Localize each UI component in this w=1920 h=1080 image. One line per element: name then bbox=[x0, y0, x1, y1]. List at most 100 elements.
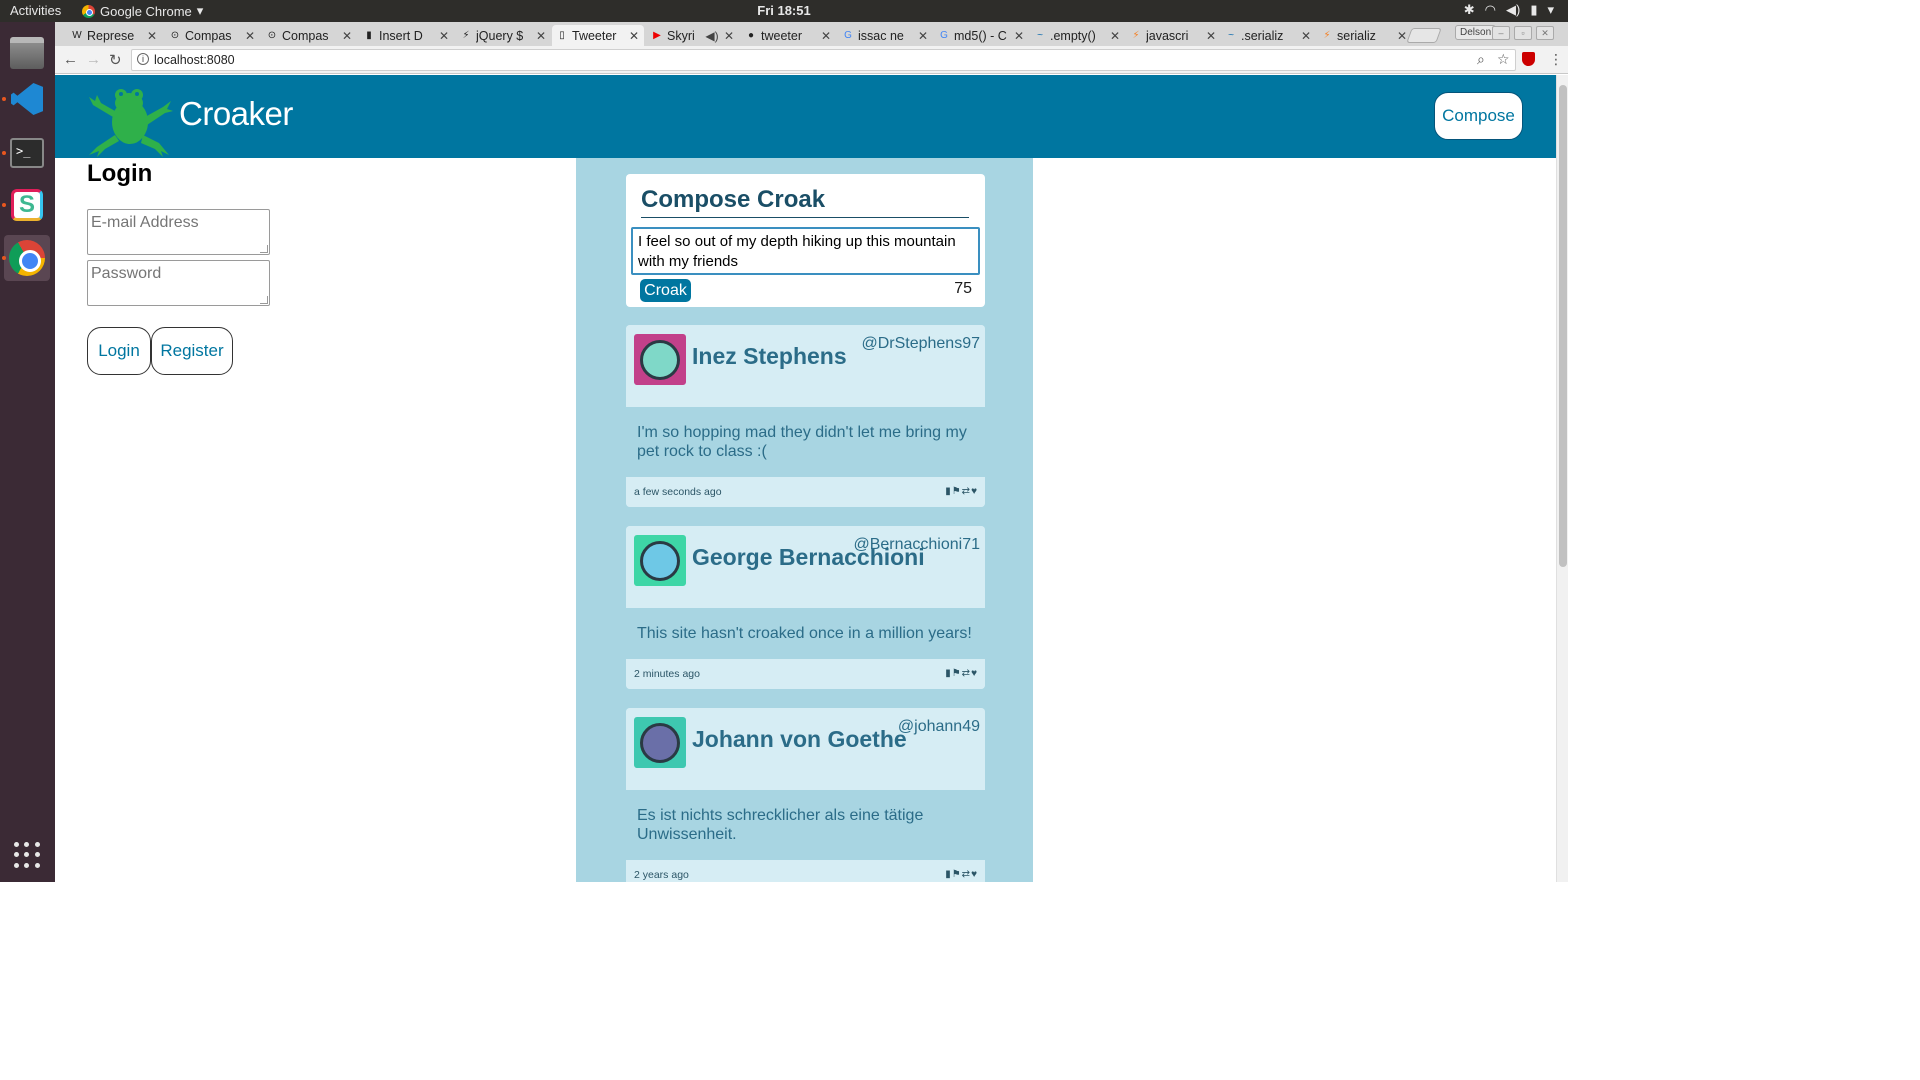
close-icon[interactable]: ✕ bbox=[1108, 29, 1122, 43]
browser-tab[interactable]: ⚡ javascri ✕ bbox=[1126, 25, 1221, 46]
heart-icon[interactable]: ♥ bbox=[971, 668, 977, 679]
browser-tab[interactable]: ⚡ jQuery $ ✕ bbox=[456, 25, 551, 46]
close-icon[interactable]: ✕ bbox=[819, 29, 833, 43]
reload-icon[interactable]: ↻ bbox=[109, 51, 122, 69]
profile-button[interactable]: Delson bbox=[1455, 25, 1497, 40]
retweet-icon[interactable]: ⇄ bbox=[962, 668, 970, 679]
volume-icon[interactable]: ◀) bbox=[1506, 2, 1520, 18]
close-icon[interactable]: ✕ bbox=[437, 29, 451, 43]
menu-kebab-icon[interactable]: ⋮ bbox=[1549, 51, 1563, 68]
trash-icon[interactable]: ▮ bbox=[945, 668, 951, 679]
dock-chrome[interactable] bbox=[4, 235, 50, 281]
dock-vscode[interactable] bbox=[4, 76, 50, 122]
login-panel: Login E-mail Address Password Login Regi… bbox=[87, 158, 270, 375]
dock-files[interactable] bbox=[4, 30, 50, 76]
browser-tab[interactable]: ⊙ Compas ✕ bbox=[262, 25, 357, 46]
flag-icon[interactable]: ⚑ bbox=[952, 486, 961, 497]
browser-tab[interactable]: Gissac ne ✕ bbox=[838, 25, 933, 46]
clock[interactable]: Fri 18:51 bbox=[0, 3, 1568, 18]
frog-logo-icon bbox=[89, 89, 173, 157]
browser-tab[interactable]: ~ .empty() ✕ bbox=[1030, 25, 1125, 46]
email-field[interactable]: E-mail Address bbox=[87, 209, 270, 255]
dock: >_ S bbox=[0, 22, 55, 882]
settings-icon[interactable]: ✱ bbox=[1464, 2, 1475, 18]
minimize-icon[interactable]: – bbox=[1492, 26, 1510, 40]
browser-tab[interactable]: ▶ Skyri ◀) ✕ bbox=[647, 25, 739, 46]
heart-icon[interactable]: ♥ bbox=[971, 869, 977, 880]
browser-tab[interactable]: ~ .serializ ✕ bbox=[1221, 25, 1316, 46]
close-icon[interactable]: ✕ bbox=[534, 29, 548, 43]
login-title: Login bbox=[87, 160, 153, 187]
close-icon[interactable]: ✕ bbox=[916, 29, 930, 43]
close-icon[interactable]: ✕ bbox=[1299, 29, 1313, 43]
chevron-down-icon[interactable]: ▾ bbox=[1547, 2, 1554, 18]
ublock-icon[interactable] bbox=[1522, 52, 1535, 66]
password-field[interactable]: Password bbox=[87, 260, 270, 306]
new-tab-button[interactable] bbox=[1406, 28, 1442, 43]
croak-button[interactable]: Croak bbox=[640, 279, 691, 302]
close-icon[interactable]: ✕ bbox=[1012, 29, 1026, 43]
browser-tab[interactable]: ⊙ Compas ✕ bbox=[165, 25, 260, 46]
dock-slack[interactable]: S bbox=[4, 182, 50, 228]
bookmark-star-icon[interactable]: ☆ bbox=[1497, 51, 1510, 68]
info-icon[interactable]: i bbox=[137, 53, 149, 65]
chrome-icon bbox=[9, 240, 45, 276]
speaker-icon[interactable]: ◀) bbox=[705, 29, 719, 43]
tweet-card: George Bernacchioni @Bernacchioni71 This… bbox=[626, 526, 985, 689]
close-icon[interactable]: ✕ bbox=[1536, 26, 1554, 40]
close-icon[interactable]: ✕ bbox=[340, 29, 354, 43]
maximize-icon[interactable]: ▫ bbox=[1514, 26, 1532, 40]
address-bar[interactable]: i localhost:8080 bbox=[131, 49, 1516, 71]
url-text: localhost:8080 bbox=[154, 53, 235, 67]
retweet-icon[interactable]: ⇄ bbox=[962, 869, 970, 880]
browser-tab[interactable]: ▮ Insert D ✕ bbox=[359, 25, 454, 46]
close-icon[interactable]: ✕ bbox=[145, 29, 159, 43]
wikipedia-icon: W bbox=[72, 30, 82, 41]
browser-tab[interactable]: ● tweeter ✕ bbox=[741, 25, 836, 46]
register-button[interactable]: Register bbox=[151, 327, 233, 375]
browser-tab[interactable]: ⚡ serializ ✕ bbox=[1317, 25, 1412, 46]
tweet-body: Es ist nichts schrecklicher als eine tät… bbox=[626, 790, 985, 860]
heart-icon[interactable]: ♥ bbox=[971, 486, 977, 497]
back-icon[interactable]: ← bbox=[63, 51, 78, 68]
show-applications-button[interactable] bbox=[4, 832, 50, 878]
trash-icon[interactable]: ▮ bbox=[945, 869, 951, 880]
avatar-face-icon bbox=[640, 540, 680, 581]
zoom-icon[interactable]: ⌕ bbox=[1477, 51, 1485, 68]
tweet-handle: @DrStephens97 bbox=[861, 335, 980, 352]
compose-nav-button[interactable]: Compose bbox=[1434, 92, 1523, 140]
tweet-handle: @Bernacchioni71 bbox=[853, 536, 980, 553]
tweet-actions: ▮ ⚑ ⇄ ♥ bbox=[945, 486, 977, 497]
browser-tab[interactable]: Gmd5() - C ✕ bbox=[934, 25, 1029, 46]
compose-textarea[interactable]: I feel so out of my depth hiking up this… bbox=[631, 227, 980, 275]
flag-icon[interactable]: ⚑ bbox=[952, 668, 961, 679]
system-tray[interactable]: ✱ ◠ ◀) ▮ ▾ bbox=[1464, 2, 1554, 18]
tweet-actions: ▮ ⚑ ⇄ ♥ bbox=[945, 869, 977, 880]
tab-strip: W Represe ✕ ⊙ Compas ✕ ⊙ Compas ✕ ▮ Insert D ✕ ⚡… bbox=[55, 22, 1568, 46]
jquery-icon: ~ bbox=[1037, 30, 1043, 41]
page-scrollbar[interactable] bbox=[1556, 75, 1568, 882]
browser-tab-active[interactable]: ▯ Tweeter ✕ bbox=[552, 25, 644, 46]
dock-terminal[interactable]: >_ bbox=[4, 130, 50, 176]
flag-icon[interactable]: ⚑ bbox=[952, 869, 961, 880]
trash-icon[interactable]: ▮ bbox=[945, 486, 951, 497]
login-button[interactable]: Login bbox=[87, 327, 151, 375]
browser-tab[interactable]: W Represe ✕ bbox=[67, 25, 162, 46]
scrollbar-thumb[interactable] bbox=[1559, 85, 1567, 567]
retweet-icon[interactable]: ⇄ bbox=[962, 486, 970, 497]
forward-icon[interactable]: → bbox=[86, 51, 101, 68]
github-icon: ● bbox=[747, 30, 755, 41]
battery-icon[interactable]: ▮ bbox=[1530, 2, 1537, 18]
login-buttons: Login Register bbox=[87, 327, 270, 375]
close-icon[interactable]: ✕ bbox=[627, 29, 641, 43]
running-indicator bbox=[2, 151, 6, 155]
site-brand[interactable]: Croaker bbox=[179, 95, 293, 133]
avatar-face-icon bbox=[640, 339, 680, 380]
close-icon[interactable]: ✕ bbox=[722, 29, 736, 43]
tweet-actions: ▮ ⚑ ⇄ ♥ bbox=[945, 668, 977, 679]
close-icon[interactable]: ✕ bbox=[243, 29, 257, 43]
close-icon[interactable]: ✕ bbox=[1204, 29, 1218, 43]
tweet-body: I'm so hopping mad they didn't let me br… bbox=[626, 407, 985, 477]
avatar bbox=[634, 334, 686, 385]
wifi-icon[interactable]: ◠ bbox=[1485, 2, 1496, 18]
